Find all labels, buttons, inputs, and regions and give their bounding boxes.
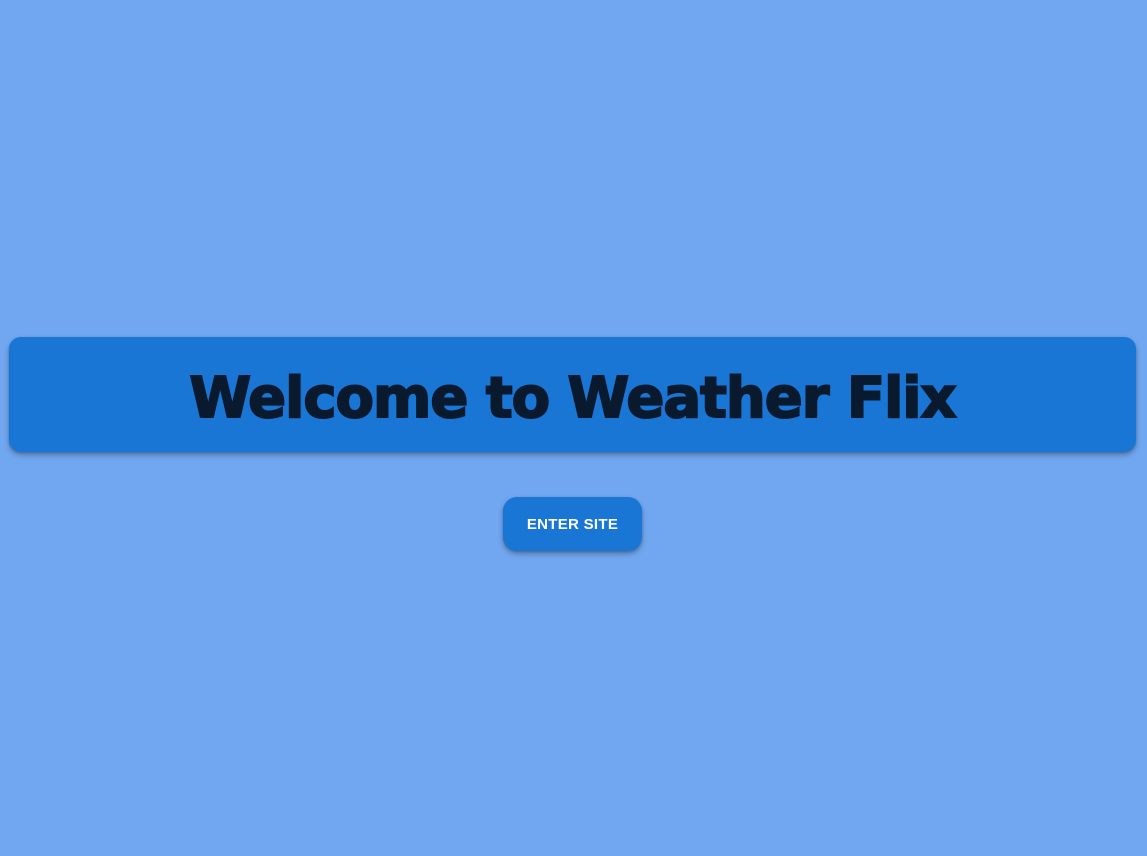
enter-site-button[interactable]: ENTER SITE	[503, 497, 642, 551]
landing-page: Welcome to Weather Flix ENTER SITE	[0, 0, 1147, 856]
welcome-banner: Welcome to Weather Flix	[9, 337, 1136, 452]
page-title: Welcome to Weather Flix	[188, 365, 957, 431]
